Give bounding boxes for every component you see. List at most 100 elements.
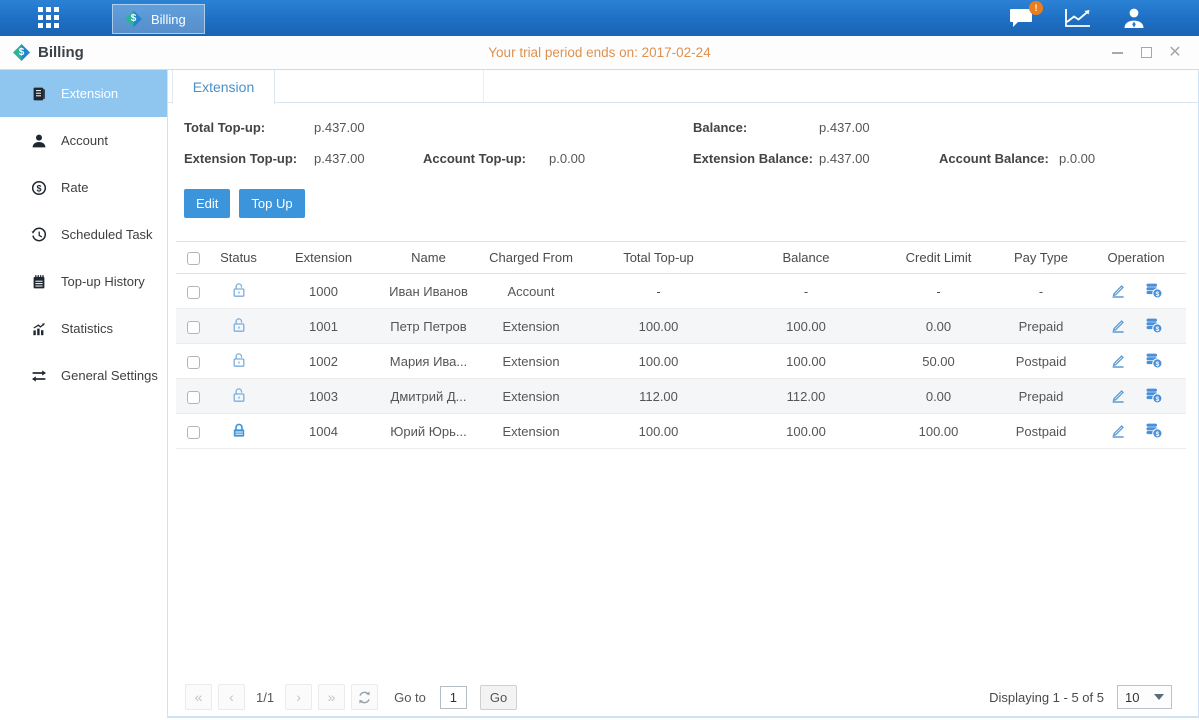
sidebar-item-label: Top-up History [61,274,145,289]
svg-text:$: $ [1156,361,1160,368]
row-checkbox[interactable] [187,321,200,334]
cell-total-topup: - [586,274,731,309]
tab-strip: Extension [168,70,1198,103]
top-up-button[interactable]: Top Up [239,189,304,218]
edit-row-icon[interactable] [1109,351,1127,369]
lock-closed-icon[interactable] [230,421,248,439]
sidebar: Extension Account $ Rate [0,70,168,718]
cell-name: Иван Иванов [381,274,476,309]
top-up-row-icon[interactable]: $ [1144,421,1163,439]
cell-balance: 100.00 [731,414,881,449]
edit-row-icon[interactable] [1109,316,1127,334]
cell-total-topup: 100.00 [586,414,731,449]
notebook-icon [30,274,48,290]
sidebar-item-scheduled-task[interactable]: Scheduled Task [0,211,167,258]
sidebar-item-account[interactable]: Account [0,117,167,164]
cell-charged-from: Extension [476,414,586,449]
row-checkbox[interactable] [187,391,200,404]
select-all-checkbox[interactable] [187,252,200,265]
sidebar-item-label: Extension [61,86,118,101]
user-account-icon[interactable] [1121,7,1147,29]
sidebar-item-statistics[interactable]: Statistics [0,305,167,352]
last-page-button[interactable]: » [318,684,345,710]
window-bottom-edge [168,716,1198,718]
trial-notice: Your trial period ends on: 2017-02-24 [488,45,710,60]
lock-open-icon[interactable] [230,281,248,299]
sidebar-item-rate[interactable]: $ Rate [0,164,167,211]
col-credit-limit: Credit Limit [881,242,996,274]
col-name: Name [381,242,476,274]
cell-name: Петр Петров [381,309,476,344]
page-size-dropdown[interactable]: 10 [1117,685,1172,709]
top-up-row-icon[interactable]: $ [1144,281,1163,299]
edit-row-icon[interactable] [1109,421,1127,439]
app-launcher-grid-icon[interactable] [38,7,68,29]
cell-charged-from: Extension [476,379,586,414]
top-up-row-icon[interactable]: $ [1144,316,1163,334]
page-size-value: 10 [1125,690,1139,705]
cell-total-topup: 100.00 [586,344,731,379]
svg-text:$: $ [36,183,41,193]
close-button[interactable]: ✕ [1165,43,1185,63]
maximize-button[interactable] [1136,43,1156,63]
first-page-button[interactable]: « [185,684,212,710]
cell-extension: 1000 [266,274,381,309]
goto-page-input[interactable] [440,686,467,709]
messages-icon[interactable]: ! [1009,7,1035,29]
sidebar-item-extension[interactable]: Extension [0,70,167,117]
cell-credit-limit: - [881,274,996,309]
cell-extension: 1001 [266,309,381,344]
svg-text:$: $ [1156,396,1160,403]
top-up-row-icon[interactable]: $ [1144,386,1163,404]
ledger-icon [30,86,48,102]
refresh-button[interactable] [351,684,378,710]
cell-credit-limit: 100.00 [881,414,996,449]
taskbar-tab-billing[interactable]: $ Billing [112,4,205,34]
lock-open-icon[interactable] [230,386,248,404]
sidebar-item-label: Scheduled Task [61,227,153,242]
edit-row-icon[interactable] [1109,281,1127,299]
window-title: Billing [38,44,84,61]
edit-button[interactable]: Edit [184,189,230,218]
chevron-down-icon [1154,694,1164,700]
edit-row-icon[interactable] [1109,386,1127,404]
cell-balance: - [731,274,881,309]
table-row: 1001 Петр Петров Extension 100.00 100.00… [176,309,1186,344]
taskbar-tab-label: Billing [151,12,186,27]
cell-charged-from: Account [476,274,586,309]
go-button[interactable]: Go [480,685,517,710]
cell-pay-type: - [996,274,1086,309]
extension-balance-value: p.437.00 [819,151,870,166]
cell-pay-type: Postpaid [996,344,1086,379]
row-checkbox[interactable] [187,426,200,439]
cell-total-topup: 112.00 [586,379,731,414]
prev-page-button[interactable]: ‹ [218,684,245,710]
extension-topup-value: p.437.00 [314,151,365,166]
row-checkbox[interactable] [187,356,200,369]
lock-open-icon[interactable] [230,351,248,369]
cell-extension: 1002 [266,344,381,379]
table-header-row: Status Extension Name Charged From Total… [176,242,1186,274]
sidebar-item-general-settings[interactable]: General Settings [0,352,167,399]
table-row: 1003 Дмитрий Д... Extension 112.00 112.0… [176,379,1186,414]
cell-credit-limit: 50.00 [881,344,996,379]
sidebar-item-topup-history[interactable]: Top-up History [0,258,167,305]
statistics-trend-icon[interactable] [1064,7,1092,29]
tab-extension[interactable]: Extension [172,70,275,104]
window-titlebar: $ Billing Your trial period ends on: 201… [0,36,1199,70]
cell-extension: 1004 [266,414,381,449]
sidebar-item-label: Account [61,133,108,148]
svg-text:$: $ [1156,326,1160,333]
minimize-button[interactable] [1107,43,1127,63]
cell-name: Дмитрий Д... [381,379,476,414]
lock-open-icon[interactable] [230,316,248,334]
dollar-circle-icon: $ [30,180,48,196]
cell-total-topup: 100.00 [586,309,731,344]
col-charged-from: Charged From [476,242,586,274]
row-checkbox[interactable] [187,286,200,299]
cell-charged-from: Extension [476,309,586,344]
next-page-button[interactable]: › [285,684,312,710]
cell-credit-limit: 0.00 [881,379,996,414]
svg-text:$: $ [1156,291,1160,298]
top-up-row-icon[interactable]: $ [1144,351,1163,369]
